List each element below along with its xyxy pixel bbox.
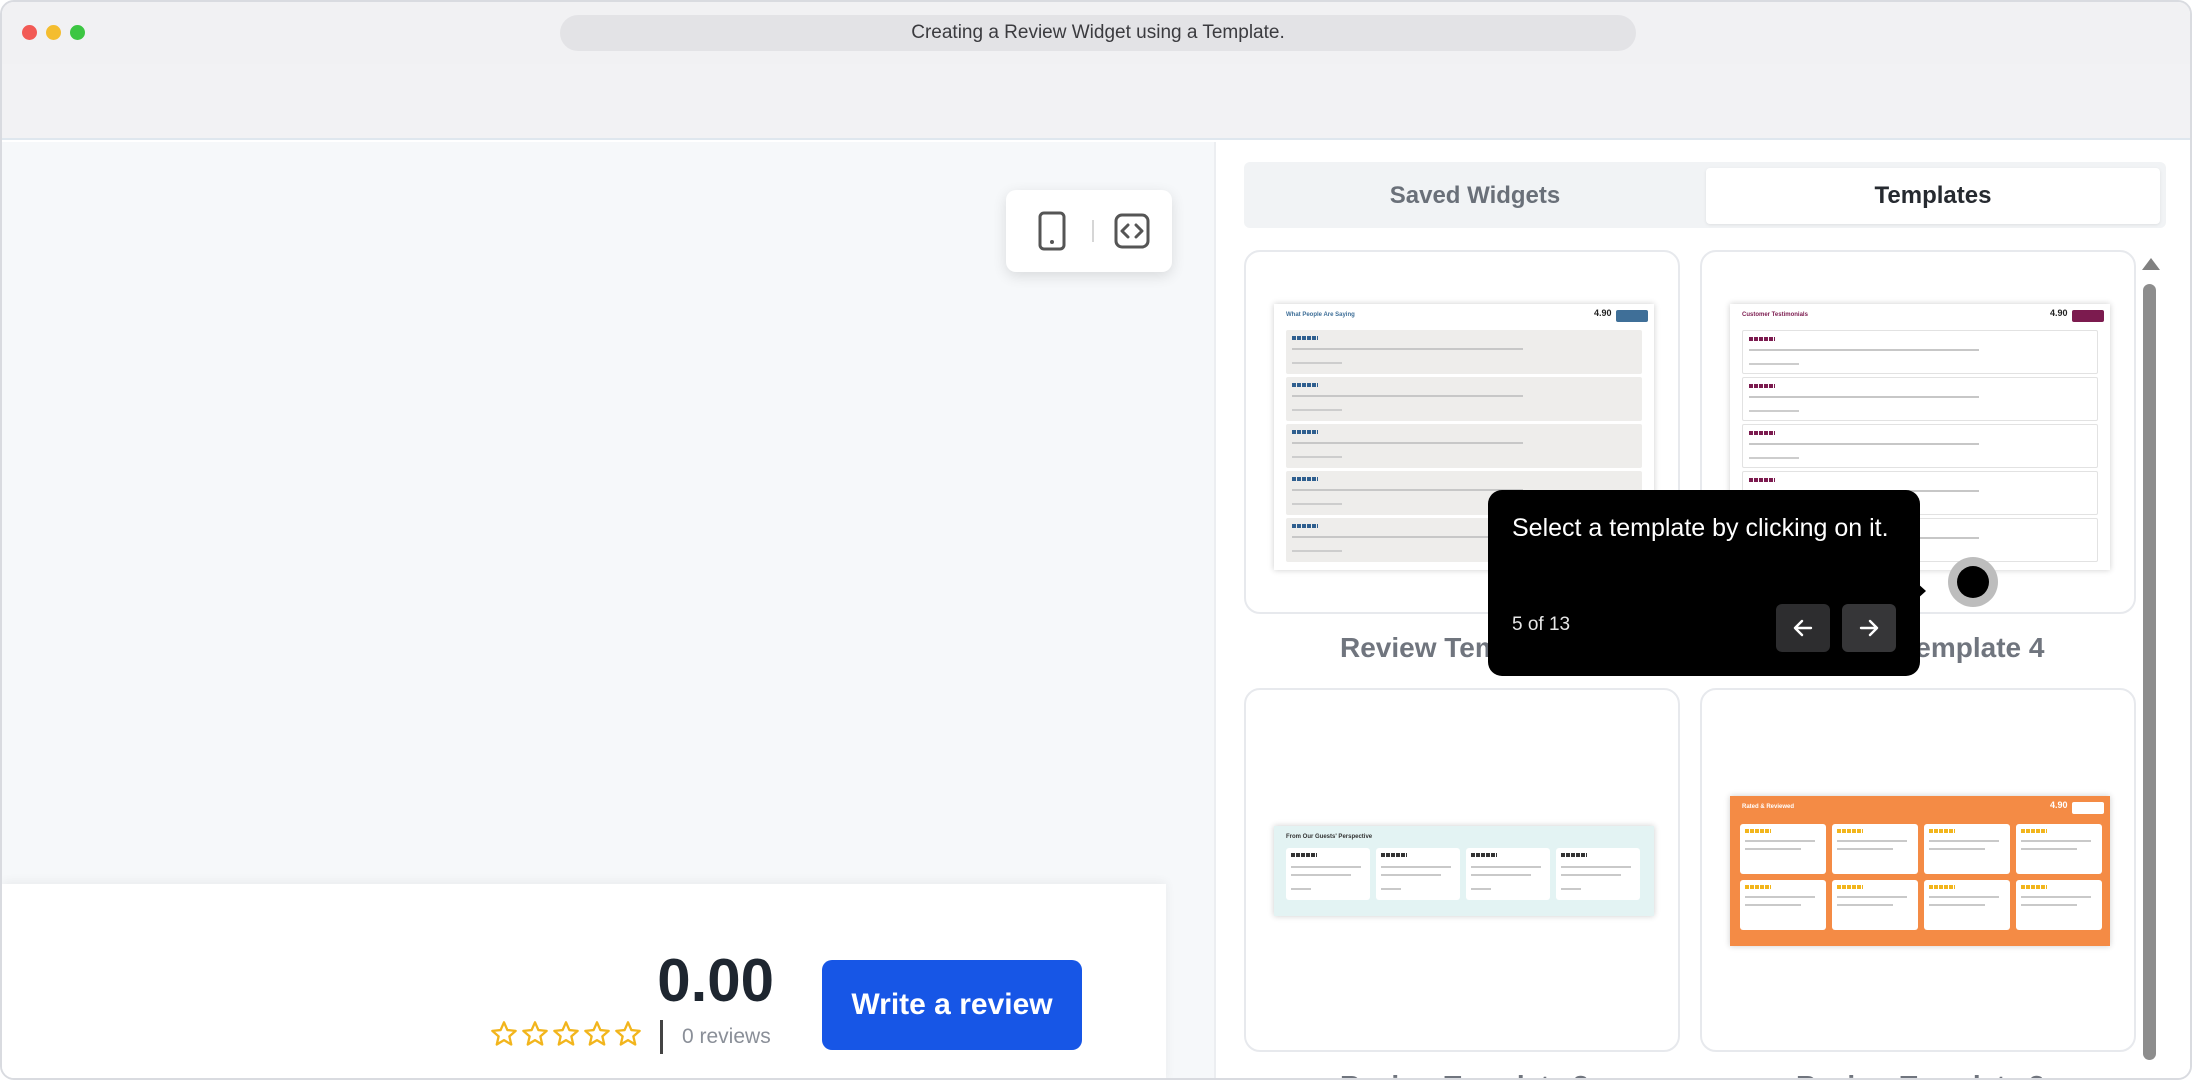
write-review-button[interactable]: Write a review <box>822 960 1082 1050</box>
window-title: Creating a Review Widget using a Templat… <box>560 15 1636 51</box>
device-toggle <box>1006 190 1172 272</box>
thumbnail-button <box>1616 310 1648 322</box>
template-card[interactable]: From Our Guests' Perspective <box>1244 688 1680 1052</box>
tab-templates[interactable]: Templates <box>1706 168 2160 224</box>
tour-previous-button[interactable] <box>1776 604 1830 652</box>
minimize-window-button[interactable] <box>46 25 61 40</box>
title-bar: Creating a Review Widget using a Templat… <box>2 2 2190 64</box>
tour-next-button[interactable] <box>1842 604 1896 652</box>
star-icon <box>491 1021 517 1046</box>
tour-beacon[interactable] <box>1948 557 1998 607</box>
thumbnail-header: What People Are Saying <box>1286 312 1355 318</box>
rating-stars <box>490 1020 642 1048</box>
thumbnail-row <box>1742 330 2098 374</box>
thumbnail-score: 4.90 <box>2050 308 2068 318</box>
template-card[interactable]: Rated & Reviewed 4.90 <box>1700 688 2136 1052</box>
star-icon <box>584 1021 610 1046</box>
thumbnail-row <box>1286 330 1642 374</box>
reviews-count: 0 reviews <box>682 1025 771 1048</box>
template-thumbnail: Rated & Reviewed 4.90 <box>1730 796 2110 946</box>
thumbnail-header: From Our Guests' Perspective <box>1286 834 1373 840</box>
close-window-button[interactable] <box>22 25 37 40</box>
average-rating: 0.00 <box>657 947 774 1014</box>
arrow-right-icon <box>1859 619 1879 637</box>
tooltip-arrow <box>1916 582 1926 600</box>
thumbnail-row <box>1742 377 2098 421</box>
tour-step-counter: 5 of 13 <box>1512 614 1571 635</box>
star-icon <box>615 1021 641 1046</box>
rating-divider <box>660 1020 663 1054</box>
widget-tabs: Saved Widgets Templates <box>1244 162 2166 228</box>
arrow-left-icon <box>1793 619 1813 637</box>
thumbnail-row <box>1742 424 2098 468</box>
template-thumbnail: From Our Guests' Perspective <box>1274 826 1654 916</box>
browser-window: Creating a Review Widget using a Templat… <box>0 0 2192 1080</box>
mobile-view-icon[interactable] <box>1032 211 1072 251</box>
thumbnail-row <box>1286 424 1642 468</box>
thumbnail-button <box>2072 802 2104 814</box>
tour-tooltip: Select a template by clicking on it. 5 o… <box>1488 490 1926 676</box>
thumbnail-row <box>1286 377 1642 421</box>
scrollbar-thumb[interactable] <box>2143 284 2156 1060</box>
code-view-icon[interactable] <box>1112 211 1152 251</box>
app-toolbar <box>2 64 2190 140</box>
tour-instruction: Select a template by clicking on it. <box>1512 514 1889 542</box>
thumbnail-header: Rated & Reviewed <box>1742 804 1795 810</box>
tab-saved-widgets[interactable]: Saved Widgets <box>1252 168 1698 224</box>
template-title: Review Template 3 <box>1796 1070 2044 1078</box>
star-icon <box>522 1021 548 1046</box>
thumbnail-button <box>2072 310 2104 322</box>
star-icon <box>553 1021 579 1046</box>
template-title: Review Template 8 <box>1340 1070 1588 1078</box>
thumbnail-header: Customer Testimonials <box>1742 312 1808 318</box>
scroll-up-arrow-icon[interactable] <box>2142 258 2160 270</box>
maximize-window-button[interactable] <box>70 25 85 40</box>
thumbnail-score: 4.90 <box>2050 800 2068 810</box>
toggle-divider <box>1092 220 1094 242</box>
thumbnail-score: 4.90 <box>1594 308 1612 318</box>
